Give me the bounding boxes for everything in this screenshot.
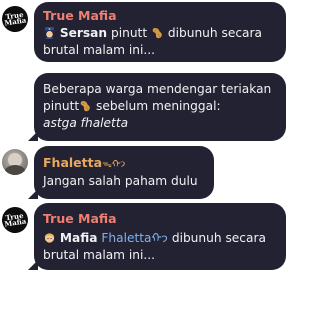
message-text-line2: brutal malam ini... bbox=[43, 248, 156, 262]
bubble-tail bbox=[28, 131, 38, 141]
sender-name-text: Fhaletta bbox=[43, 155, 103, 170]
sender-name[interactable]: Fhalettaᯓ⁠ᡣ𐭩 bbox=[43, 152, 125, 171]
police-officer-icon bbox=[44, 27, 55, 39]
message-text-end: dibunuh secara bbox=[163, 26, 262, 40]
role-name: Mafia bbox=[59, 231, 98, 245]
message-bubble-1[interactable]: True Mafia Sersan pinutt dibunuh secara … bbox=[34, 2, 286, 62]
message-text: Mafia Fhalettaᡣ𐭩 dibunuh secara brutal m… bbox=[43, 230, 266, 264]
message-text: Sersan pinutt dibunuh secara brutal mala… bbox=[43, 25, 262, 59]
message-bubble-4[interactable]: True Mafia Mafia Fhalettaᡣ𐭩 dibunuh seca… bbox=[28, 203, 286, 270]
true-mafia-avatar[interactable]: True Mafia bbox=[0, 205, 30, 235]
victim-mention[interactable]: Fhalettaᡣ𐭩 bbox=[101, 231, 168, 245]
sender-name-decoration: ᯓ⁠ᡣ𐭩 bbox=[102, 159, 126, 170]
message-text-end: dibunuh secara bbox=[167, 231, 266, 245]
message-text-line2: brutal malam ini... bbox=[43, 43, 156, 57]
peanut-icon bbox=[80, 101, 90, 112]
bubble-tail bbox=[28, 189, 38, 199]
message-bubble-3[interactable]: Fhalettaᯓ⁠ᡣ𐭩 Jangan salah paham dulu bbox=[28, 146, 214, 199]
message-text-line2: sebelum meninggal: bbox=[92, 99, 221, 113]
last-words: astga fhaletta bbox=[43, 116, 129, 130]
true-mafia-avatar[interactable]: True Mafia bbox=[0, 4, 30, 34]
message-text-line1: Beberapa warga mendengar teriakan bbox=[43, 82, 272, 96]
sender-name[interactable]: True Mafia bbox=[43, 8, 117, 23]
fhaletta-avatar[interactable] bbox=[2, 149, 28, 175]
avatar-text-line2: Mafia bbox=[3, 216, 27, 229]
message-text: Jangan salah paham dulu bbox=[43, 174, 198, 188]
peanut-icon bbox=[152, 28, 162, 39]
victim-name: pinutt bbox=[43, 99, 80, 113]
role-name: Sersan bbox=[59, 26, 108, 40]
victim-name: pinutt bbox=[107, 26, 148, 40]
blond-person-icon bbox=[44, 233, 55, 243]
sender-name[interactable]: True Mafia bbox=[43, 211, 117, 226]
bubble-tail bbox=[28, 260, 38, 270]
message-bubble-2[interactable]: Beberapa warga mendengar teriakan pinutt… bbox=[28, 73, 286, 141]
message-text: Beberapa warga mendengar teriakan pinutt… bbox=[43, 81, 271, 132]
avatar-text-line2: Mafia bbox=[3, 15, 27, 28]
